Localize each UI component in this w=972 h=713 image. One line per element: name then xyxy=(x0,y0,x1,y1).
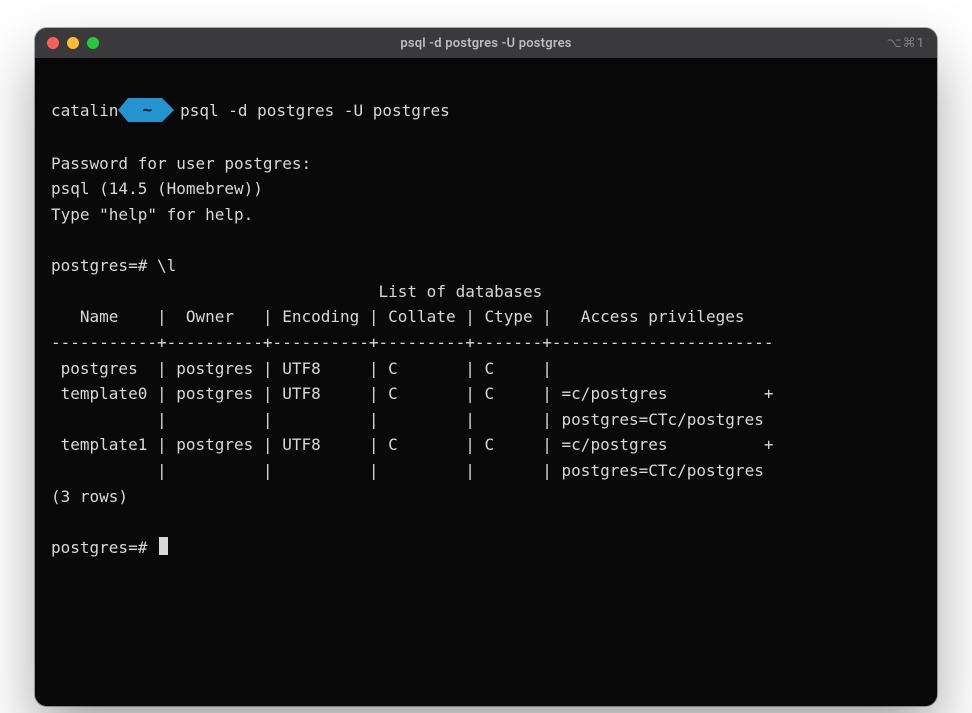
output-password-line: Password for user postgres: xyxy=(51,154,311,173)
typed-command: psql -d postgres -U postgres xyxy=(180,98,450,124)
psql-prompt[interactable]: postgres=# xyxy=(51,538,168,557)
table-row: | | | | | postgres=CTc/postgres xyxy=(51,461,764,480)
table-row: | | | | | postgres=CTc/postgres xyxy=(51,410,764,429)
shell-prompt-line: catalin ~ psql -d postgres -U postgres xyxy=(51,98,921,124)
prompt-cwd: ~ xyxy=(128,98,162,122)
psql-prompt-command: postgres=# \l xyxy=(51,256,176,275)
window-controls xyxy=(47,37,99,49)
cursor-icon xyxy=(159,537,168,555)
psql-prompt-text: postgres=# xyxy=(51,538,157,557)
window-title: psql -d postgres -U postgres xyxy=(35,36,937,51)
table-title: List of databases xyxy=(51,282,542,301)
prompt-user: catalin xyxy=(51,98,118,124)
output-version-line: psql (14.5 (Homebrew)) xyxy=(51,179,263,198)
terminal-body[interactable]: catalin ~ psql -d postgres -U postgres Pas… xyxy=(35,58,937,706)
titlebar: psql -d postgres -U postgres ⌥⌘1 xyxy=(35,28,937,58)
table-row: template0 | postgres | UTF8 | C | C | =c… xyxy=(51,384,773,403)
close-icon[interactable] xyxy=(47,37,59,49)
zoom-icon[interactable] xyxy=(87,37,99,49)
row-count: (3 rows) xyxy=(51,487,128,506)
table-header-row: Name | Owner | Encoding | Collate | Ctyp… xyxy=(51,307,773,326)
table-title-text: List of databases xyxy=(379,282,543,301)
minimize-icon[interactable] xyxy=(67,37,79,49)
output-help-line: Type "help" for help. xyxy=(51,205,253,224)
prompt-cwd-badge: ~ xyxy=(128,98,162,122)
terminal-window: psql -d postgres -U postgres ⌥⌘1 catalin… xyxy=(35,28,937,706)
table-separator-row: -----------+----------+----------+------… xyxy=(51,333,773,352)
table-row: postgres | postgres | UTF8 | C | C | xyxy=(51,359,562,378)
window-shortcut-hint: ⌥⌘1 xyxy=(887,36,925,51)
table-row: template1 | postgres | UTF8 | C | C | =c… xyxy=(51,435,773,454)
